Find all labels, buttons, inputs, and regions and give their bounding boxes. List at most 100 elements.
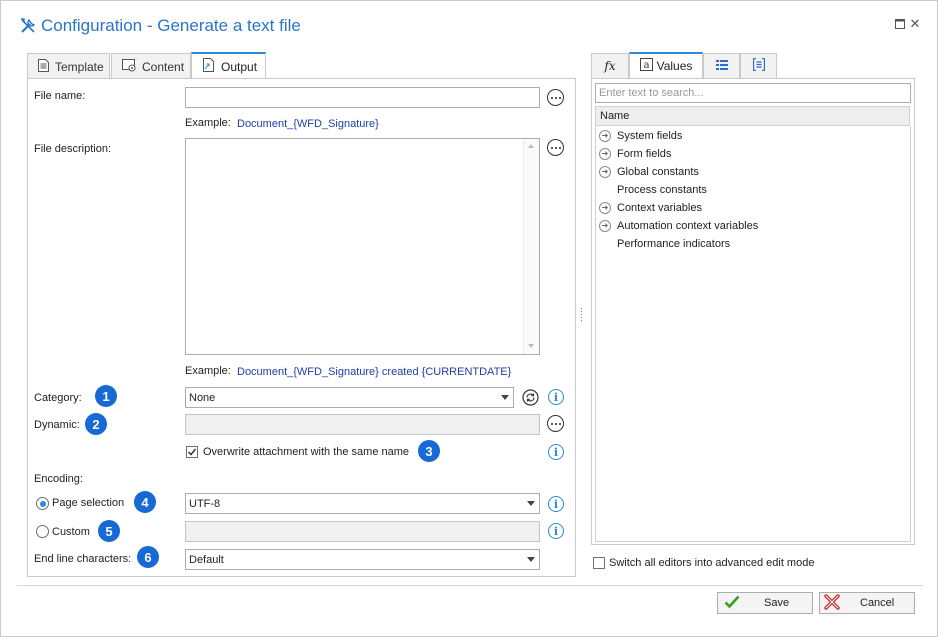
file-description-example-label: Example: xyxy=(185,365,231,377)
end-line-select[interactable]: Default xyxy=(185,549,540,570)
page-selection-radio[interactable] xyxy=(36,497,49,510)
custom-encoding-input[interactable] xyxy=(185,521,540,542)
scroll-up-icon[interactable] xyxy=(528,144,534,148)
save-button-label: Save xyxy=(764,597,790,609)
refresh-icon[interactable] xyxy=(522,389,539,406)
badge-5: 5 xyxy=(98,520,120,542)
tree-item-form-fields[interactable]: ➜ Form fields xyxy=(599,145,671,163)
tab-template[interactable]: Template xyxy=(27,53,110,79)
save-button[interactable]: Save xyxy=(717,592,813,614)
tree-item-context-variables[interactable]: ➜ Context variables xyxy=(599,199,702,217)
file-name-example-label: Example: xyxy=(185,117,231,129)
overwrite-info-icon[interactable]: i xyxy=(548,444,564,460)
advanced-mode-checkbox[interactable] xyxy=(593,557,605,569)
tree-item-label: Automation context variables xyxy=(617,220,759,232)
file-description-more-button[interactable] xyxy=(547,139,564,156)
tab-functions[interactable]: fx xyxy=(591,53,629,78)
end-line-value: Default xyxy=(189,553,224,566)
tree-item-process-constants[interactable]: Process constants xyxy=(599,181,707,199)
document-icon xyxy=(38,58,49,75)
dialog-title: Configuration - Generate a text file xyxy=(41,16,301,35)
list-icon xyxy=(715,59,728,74)
badge-6: 6 xyxy=(137,546,159,568)
configuration-dialog: Configuration - Generate a text file ✕ T… xyxy=(0,0,938,637)
svg-text:a: a xyxy=(643,60,649,71)
tab-values-label: Values xyxy=(656,59,693,73)
category-label: Category: xyxy=(34,392,82,404)
end-line-label: End line characters: xyxy=(34,553,132,565)
chevron-down-icon xyxy=(527,501,535,506)
tree-item-automation-context-variables[interactable]: ➜ Automation context variables xyxy=(599,217,758,235)
close-icon[interactable]: ✕ xyxy=(908,17,922,31)
file-name-more-button[interactable] xyxy=(547,89,564,106)
tab-brackets[interactable] xyxy=(740,53,777,78)
textarea-scrollbar[interactable] xyxy=(523,139,539,354)
checkmark-icon xyxy=(724,595,740,612)
expand-arrow-icon[interactable]: ➜ xyxy=(599,130,611,142)
right-tab-bar: fx a Values xyxy=(591,52,791,79)
brackets-icon xyxy=(752,57,765,74)
expand-arrow-icon[interactable]: ➜ xyxy=(599,220,611,232)
tree-item-label: Context variables xyxy=(617,202,702,214)
tab-output-label: Output xyxy=(221,59,258,74)
maximize-icon[interactable] xyxy=(893,17,907,31)
cancel-x-icon xyxy=(824,593,840,613)
expand-arrow-icon[interactable]: ➜ xyxy=(599,148,611,160)
file-description-textarea[interactable] xyxy=(185,138,540,355)
values-column-header[interactable]: Name xyxy=(595,106,910,126)
expand-arrow-icon[interactable]: ➜ xyxy=(599,166,611,178)
tree-item-global-constants[interactable]: ➜ Global constants xyxy=(599,163,699,181)
page-selection-info-icon[interactable]: i xyxy=(548,496,564,512)
category-value: None xyxy=(189,391,216,404)
custom-label[interactable]: Custom xyxy=(52,526,90,538)
page-selection-select[interactable]: UTF-8 xyxy=(185,493,540,514)
badge-4: 4 xyxy=(134,491,156,513)
expand-arrow-icon[interactable]: ➜ xyxy=(599,202,611,214)
overwrite-checkbox[interactable] xyxy=(186,446,198,458)
dynamic-label: Dynamic: xyxy=(34,419,80,431)
tab-output[interactable]: Output xyxy=(191,52,266,79)
tree-item-performance-indicators[interactable]: Performance indicators xyxy=(599,235,730,253)
output-file-icon xyxy=(202,58,215,75)
overwrite-label[interactable]: Overwrite attachment with the same name xyxy=(203,446,409,458)
badge-2: 2 xyxy=(85,413,107,435)
tree-item-label: System fields xyxy=(617,130,683,142)
custom-info-icon[interactable]: i xyxy=(548,523,564,539)
badge-3: 3 xyxy=(418,440,440,462)
values-search-input[interactable]: Enter text to search... xyxy=(595,83,911,103)
page-selection-value: UTF-8 xyxy=(189,497,221,510)
tab-content-label: Content xyxy=(142,59,185,74)
encoding-label: Encoding: xyxy=(34,473,83,485)
values-icon: a xyxy=(639,58,653,74)
advanced-mode-label[interactable]: Switch all editors into advanced edit mo… xyxy=(609,557,814,569)
chevron-down-icon xyxy=(501,395,509,400)
dynamic-more-button[interactable] xyxy=(547,415,564,432)
file-name-input[interactable] xyxy=(185,87,540,108)
chevron-down-icon xyxy=(527,557,535,562)
dynamic-input[interactable] xyxy=(185,414,540,435)
category-select[interactable]: None xyxy=(185,387,514,408)
tab-values[interactable]: a Values xyxy=(629,52,703,78)
tab-content[interactable]: Content xyxy=(111,53,191,79)
cancel-button-label: Cancel xyxy=(860,597,895,609)
footer-divider xyxy=(17,585,923,586)
scroll-down-icon[interactable] xyxy=(528,344,534,348)
content-settings-icon xyxy=(122,58,136,75)
tree-item-label: Form fields xyxy=(617,148,672,160)
tools-icon xyxy=(19,17,37,35)
page-selection-label[interactable]: Page selection xyxy=(52,497,124,509)
panel-splitter[interactable] xyxy=(580,306,583,326)
tree-item-system-fields[interactable]: ➜ System fields xyxy=(599,127,682,145)
file-name-example: Document_{WFD_Signature} xyxy=(237,118,379,130)
tree-item-label: Global constants xyxy=(617,166,699,178)
file-description-example: Document_{WFD_Signature} created {CURREN… xyxy=(237,366,512,378)
tree-item-label: Performance indicators xyxy=(617,238,731,250)
file-name-label: File name: xyxy=(34,90,86,102)
tab-template-label: Template xyxy=(55,59,104,74)
badge-1: 1 xyxy=(95,385,117,407)
fx-icon: fx xyxy=(604,59,616,73)
category-info-icon[interactable]: i xyxy=(548,389,564,405)
cancel-button[interactable]: Cancel xyxy=(819,592,915,614)
custom-radio[interactable] xyxy=(36,525,49,538)
tab-list[interactable] xyxy=(703,53,740,78)
